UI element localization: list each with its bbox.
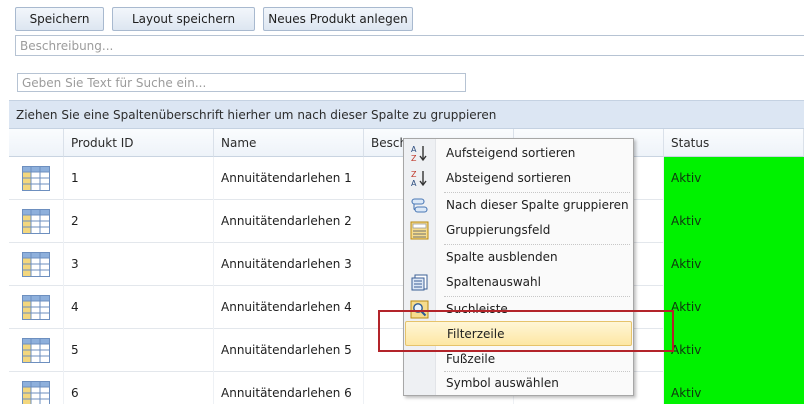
cell-status[interactable]: Aktiv <box>664 286 804 329</box>
menu-item-label: Spaltenauswahl <box>446 275 541 289</box>
sort-ascending-icon: A Z <box>411 145 427 163</box>
column-header-product-id[interactable]: Produkt ID <box>64 129 214 157</box>
cell-product-id[interactable]: 2 <box>64 200 214 243</box>
group-by-column-icon <box>411 198 428 213</box>
menu-item-footer[interactable]: Fußzeile <box>404 347 633 372</box>
menu-item-label: Nach dieser Spalte gruppieren <box>446 198 629 212</box>
menu-item-label: Suchleiste <box>446 302 508 316</box>
menu-item-label: Aufsteigend sortieren <box>446 146 576 160</box>
svg-text:Z: Z <box>411 154 417 163</box>
search-panel-icon <box>410 300 429 319</box>
row-icon-cell[interactable] <box>9 157 64 200</box>
menu-item-label: Symbol auswählen <box>446 376 559 390</box>
cell-status[interactable]: Aktiv <box>664 157 804 200</box>
group-panel-icon <box>410 221 429 240</box>
menu-item-group-by-column[interactable]: Nach dieser Spalte gruppieren <box>404 193 633 218</box>
svg-text:Z: Z <box>411 170 417 179</box>
row-icon-cell[interactable] <box>9 243 64 286</box>
menu-item-label: Fußzeile <box>446 352 496 366</box>
cell-name[interactable]: Annuitätendarlehen 6 <box>214 372 364 404</box>
row-icon-cell[interactable] <box>9 329 64 372</box>
cell-status[interactable]: Aktiv <box>664 372 804 404</box>
cell-name[interactable]: Annuitätendarlehen 5 <box>214 329 364 372</box>
cell-status[interactable]: Aktiv <box>664 200 804 243</box>
cell-product-id[interactable]: 1 <box>64 157 214 200</box>
table-grid-icon <box>22 209 50 234</box>
table-grid-icon <box>22 252 50 277</box>
cell-status[interactable]: Aktiv <box>664 243 804 286</box>
cell-product-id[interactable]: 5 <box>64 329 214 372</box>
cell-product-id[interactable]: 6 <box>64 372 214 404</box>
table-grid-icon <box>22 166 50 191</box>
cell-product-id[interactable]: 4 <box>64 286 214 329</box>
menu-item-label: Spalte ausblenden <box>446 250 558 264</box>
menu-item-group-panel[interactable]: Gruppierungsfeld <box>404 218 633 243</box>
cell-name[interactable]: Annuitätendarlehen 1 <box>214 157 364 200</box>
svg-text:A: A <box>411 145 417 154</box>
cell-name[interactable]: Annuitätendarlehen 2 <box>214 200 364 243</box>
menu-item-choose-symbol[interactable]: Symbol auswählen <box>404 371 633 396</box>
sort-descending-icon: Z A <box>411 170 427 188</box>
group-by-panel[interactable]: Ziehen Sie eine Spaltenüberschrift hierh… <box>9 100 804 129</box>
cell-product-id[interactable]: 3 <box>64 243 214 286</box>
column-header-icon[interactable] <box>9 129 64 157</box>
save-button[interactable]: Speichern <box>15 7 104 31</box>
svg-text:A: A <box>411 179 417 188</box>
table-grid-icon <box>22 381 50 404</box>
column-header-status[interactable]: Status <box>664 129 804 157</box>
column-header-name[interactable]: Name <box>214 129 364 157</box>
menu-item-filter-row[interactable]: Filterzeile <box>405 321 632 346</box>
cell-name[interactable]: Annuitätendarlehen 3 <box>214 243 364 286</box>
menu-item-label: Gruppierungsfeld <box>446 223 551 237</box>
cell-name[interactable]: Annuitätendarlehen 4 <box>214 286 364 329</box>
row-icon-cell[interactable] <box>9 286 64 329</box>
search-input[interactable] <box>17 73 466 92</box>
menu-item-label: Filterzeile <box>447 327 505 341</box>
menu-item-label: Absteigend sortieren <box>446 171 572 185</box>
menu-item-sort-descending[interactable]: Z A Absteigend sortieren <box>404 166 633 191</box>
menu-item-search-panel[interactable]: Suchleiste <box>404 297 633 322</box>
menu-item-hide-column[interactable]: Spalte ausblenden <box>404 245 633 270</box>
row-icon-cell[interactable] <box>9 372 64 404</box>
table-grid-icon <box>22 338 50 363</box>
menu-item-sort-ascending[interactable]: A Z Aufsteigend sortieren <box>404 141 633 166</box>
new-product-button[interactable]: Neues Produkt anlegen <box>263 7 413 31</box>
row-icon-cell[interactable] <box>9 200 64 243</box>
description-input[interactable] <box>15 35 804 56</box>
table-grid-icon <box>22 295 50 320</box>
save-layout-button[interactable]: Layout speichern <box>112 7 255 31</box>
menu-item-column-chooser[interactable]: Spaltenauswahl <box>404 270 633 295</box>
column-context-menu: A Z Aufsteigend sortieren Z A Absteigend… <box>403 138 634 396</box>
column-chooser-icon <box>411 274 428 291</box>
cell-status[interactable]: Aktiv <box>664 329 804 372</box>
